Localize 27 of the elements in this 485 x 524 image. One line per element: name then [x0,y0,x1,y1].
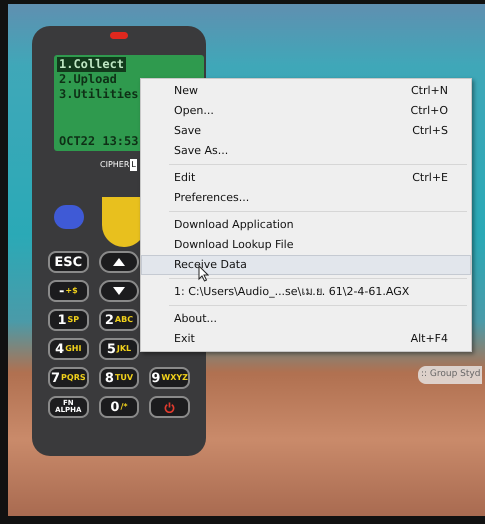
up-triangle-icon [112,258,125,266]
menu-item[interactable]: New Ctrl+N [141,81,471,101]
arrow-key[interactable] [98,280,140,302]
lcd-menu-line: 2.Upload [58,72,118,87]
desktop-icon-label[interactable]: :: Group Styd [418,366,482,384]
menu-item[interactable]: Save Ctrl+S [141,121,471,141]
down-triangle-icon [112,287,125,295]
menu-item[interactable]: Open... Ctrl+O [141,101,471,121]
brand-logo: CIPHER [100,159,130,171]
led-indicator [110,32,128,39]
menu-item[interactable]: About... [141,309,471,329]
menu-item[interactable]: Edit Ctrl+E [141,168,471,188]
keypad-key[interactable]: ESC [48,251,89,273]
keypad-key[interactable]: 0/* [98,396,140,418]
arrow-key[interactable] [98,251,140,273]
menu-item[interactable]: Download Application [141,215,471,235]
menu-item[interactable]: Preferences... [141,188,471,208]
menu-item[interactable]: 1: C:\Users\Audio_...se\เม.ย. 61\2-4-61.AGX [141,282,471,302]
menu-item[interactable]: Save As... [141,141,471,161]
menu-item[interactable]: Exit Alt+F4 [141,329,471,349]
power-icon [164,402,176,412]
brand-logo-box: L [130,159,137,171]
lcd-menu-line: 3.Utilities [58,87,140,102]
power-key[interactable] [149,396,190,418]
menu-item[interactable]: Download Lookup File [141,235,471,255]
lcd-date-time: OCT22 13:53 [58,134,140,149]
keypad-key[interactable]: -+$ [48,280,89,302]
